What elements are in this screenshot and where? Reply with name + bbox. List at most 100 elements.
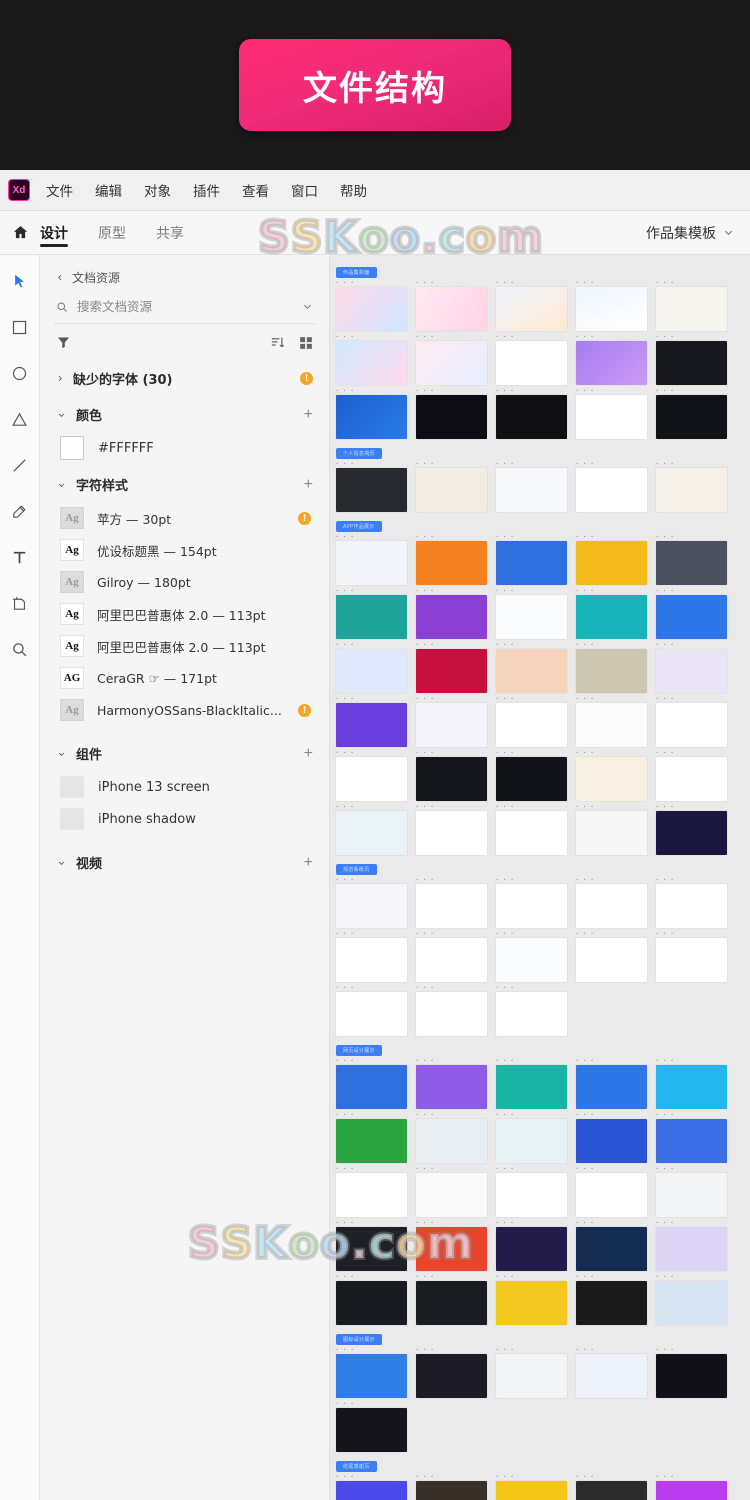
artboard-thumbnail[interactable] <box>496 703 567 747</box>
artboard-cell[interactable]: • • • <box>496 1166 567 1217</box>
artboard-thumbnail[interactable] <box>336 1119 407 1163</box>
artboard-cell[interactable]: • • • <box>496 1274 567 1325</box>
artboard-cell[interactable]: • • • <box>496 1347 567 1398</box>
artboard-name-label[interactable]: • • • <box>656 388 727 394</box>
artboard-name-label[interactable]: • • • <box>336 1220 407 1226</box>
artboard-cell[interactable]: • • • <box>336 1220 407 1271</box>
artboard-thumbnail[interactable] <box>656 938 727 982</box>
artboard-cell[interactable]: • • • <box>656 1112 727 1163</box>
artboard-thumbnail[interactable] <box>336 884 407 928</box>
artboard-thumbnail[interactable] <box>656 1227 727 1271</box>
artboard-name-label[interactable]: • • • <box>496 461 567 467</box>
artboard-thumbnail[interactable] <box>656 1354 727 1398</box>
menu-item-edit[interactable]: 编辑 <box>95 180 122 200</box>
artboard-thumbnail[interactable] <box>496 757 567 801</box>
artboard-name-label[interactable]: • • • <box>336 931 407 937</box>
artboard-cell[interactable]: • • • <box>416 1274 487 1325</box>
color-asset-item[interactable]: #FFFFFF <box>54 432 315 466</box>
artboard-thumbnail[interactable] <box>416 1065 487 1109</box>
menu-item-file[interactable]: 文件 <box>46 180 73 200</box>
artboard-cell[interactable]: • • • <box>656 534 727 585</box>
artboard-name-label[interactable]: • • • <box>496 804 567 810</box>
artboard-thumbnail[interactable] <box>576 541 647 585</box>
artboard-name-label[interactable]: • • • <box>416 388 487 394</box>
artboard-name-label[interactable]: • • • <box>336 1274 407 1280</box>
artboard-thumbnail[interactable] <box>656 1481 727 1500</box>
artboard-cell[interactable]: • • • <box>576 1112 647 1163</box>
artboard-cell[interactable]: • • • <box>336 804 407 855</box>
artboard-name-label[interactable]: • • • <box>416 877 487 883</box>
artboard-name-label[interactable]: • • • <box>656 1220 727 1226</box>
tab-share[interactable]: 共享 <box>156 211 184 255</box>
group-label[interactable]: 规范系统页 <box>336 864 377 875</box>
artboard-name-label[interactable]: • • • <box>416 1274 487 1280</box>
artboard-name-label[interactable]: • • • <box>416 534 487 540</box>
assets-search-row[interactable] <box>54 296 315 324</box>
artboard-cell[interactable]: • • • <box>576 388 647 439</box>
artboard-thumbnail[interactable] <box>496 992 567 1036</box>
group-label[interactable]: 网页设计展示 <box>336 1045 382 1056</box>
funnel-icon[interactable] <box>56 335 71 350</box>
artboard-thumbnail[interactable] <box>416 811 487 855</box>
artboard-thumbnail[interactable] <box>336 703 407 747</box>
artboard-name-label[interactable]: • • • <box>496 750 567 756</box>
artboard-thumbnail[interactable] <box>336 1065 407 1109</box>
artboard-name-label[interactable]: • • • <box>656 280 727 286</box>
artboard-thumbnail[interactable] <box>336 595 407 639</box>
group-label[interactable]: 图标设计展示 <box>336 1334 382 1345</box>
artboard-cell[interactable]: • • • <box>656 1220 727 1271</box>
artboard-name-label[interactable]: • • • <box>336 1112 407 1118</box>
triangle-tool[interactable] <box>8 407 32 431</box>
artboard-thumbnail[interactable] <box>496 649 567 693</box>
artboard-cell[interactable]: • • • <box>656 642 727 693</box>
artboard-thumbnail[interactable] <box>576 1065 647 1109</box>
artboard-cell[interactable]: • • • <box>656 588 727 639</box>
artboard-cell[interactable]: • • • <box>656 1474 727 1500</box>
menu-item-view[interactable]: 查看 <box>242 180 269 200</box>
artboard-cell[interactable]: • • • <box>576 931 647 982</box>
artboard-thumbnail[interactable] <box>336 541 407 585</box>
artboard-name-label[interactable]: • • • <box>656 931 727 937</box>
artboard-name-label[interactable]: • • • <box>416 1474 487 1480</box>
line-tool[interactable] <box>8 453 32 477</box>
home-icon[interactable] <box>0 224 40 241</box>
artboard-thumbnail[interactable] <box>336 649 407 693</box>
artboard-name-label[interactable]: • • • <box>576 696 647 702</box>
menu-item-plugins[interactable]: 插件 <box>193 180 220 200</box>
artboard-thumbnail[interactable] <box>496 884 567 928</box>
character-style-item[interactable]: Ag 优设标题黑 — 154pt <box>54 534 315 566</box>
artboard-thumbnail[interactable] <box>496 1227 567 1271</box>
artboard-thumbnail[interactable] <box>336 1281 407 1325</box>
artboard-name-label[interactable]: • • • <box>496 642 567 648</box>
section-colors[interactable]: 颜色 + <box>54 396 315 432</box>
artboard-thumbnail[interactable] <box>336 1481 407 1500</box>
artboard-cell[interactable]: • • • <box>416 534 487 585</box>
artboard-thumbnail[interactable] <box>576 757 647 801</box>
add-video-button[interactable]: + <box>304 854 313 871</box>
artboard-thumbnail[interactable] <box>576 1354 647 1398</box>
artboard-thumbnail[interactable] <box>336 757 407 801</box>
artboard-cell[interactable]: • • • <box>496 388 567 439</box>
artboard-thumbnail[interactable] <box>336 1354 407 1398</box>
artboard-thumbnail[interactable] <box>656 287 727 331</box>
artboard-thumbnail[interactable] <box>576 1227 647 1271</box>
artboard-thumbnail[interactable] <box>416 1173 487 1217</box>
artboard-name-label[interactable]: • • • <box>336 642 407 648</box>
artboard-cell[interactable]: • • • <box>656 334 727 385</box>
artboard-cell[interactable]: • • • <box>416 280 487 331</box>
artboard-cell[interactable]: • • • <box>336 388 407 439</box>
artboard-cell[interactable]: • • • <box>496 280 567 331</box>
artboard-cell[interactable]: • • • <box>416 1166 487 1217</box>
rectangle-tool[interactable] <box>8 315 32 339</box>
artboard-name-label[interactable]: • • • <box>416 461 487 467</box>
artboard-cell[interactable]: • • • <box>336 642 407 693</box>
artboard-cell[interactable]: • • • <box>496 588 567 639</box>
artboard-cell[interactable]: • • • <box>576 804 647 855</box>
artboard-cell[interactable]: • • • <box>336 280 407 331</box>
search-input[interactable] <box>77 299 293 314</box>
artboard-cell[interactable]: • • • <box>336 334 407 385</box>
artboard-cell[interactable]: • • • <box>496 1474 567 1500</box>
artboard-cell[interactable]: • • • <box>336 1166 407 1217</box>
section-character-styles[interactable]: 字符样式 + <box>54 466 315 502</box>
artboard-name-label[interactable]: • • • <box>576 388 647 394</box>
